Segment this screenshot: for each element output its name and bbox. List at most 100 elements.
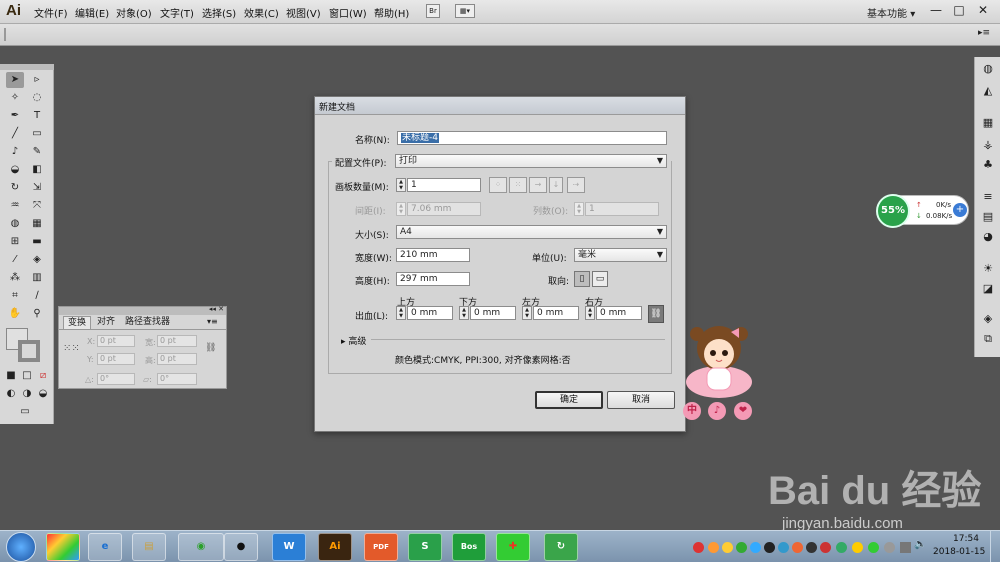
height-input[interactable]: 297 mm (396, 272, 470, 286)
grid-by-column-icon[interactable]: ⁙ (509, 177, 527, 193)
bleed-top-stepper[interactable]: ▲ ▼ (396, 306, 406, 320)
columns-stepper[interactable]: ▲ ▼ (574, 202, 584, 216)
draw-behind-icon[interactable]: ◑ (20, 386, 34, 402)
eyedropper-tool-icon[interactable]: ⁄ (6, 252, 24, 268)
type-tool-icon[interactable]: T (28, 108, 46, 124)
menu-view[interactable]: 视图(V) (286, 5, 321, 20)
appearance-icon[interactable]: ☀ (980, 261, 996, 277)
x-input[interactable]: 0 pt (97, 335, 135, 347)
menu-type[interactable]: 文字(T) (160, 5, 194, 20)
start-button[interactable] (6, 532, 36, 562)
gradient-mode-icon[interactable]: □ (20, 368, 34, 384)
constrain-link-icon[interactable]: ⛓ (205, 343, 216, 353)
mesh-tool-icon[interactable]: ⊞ (6, 234, 24, 250)
gradient-icon[interactable]: ▤ (980, 209, 996, 225)
boss-icon[interactable]: Bos (452, 533, 486, 561)
artboards-input[interactable]: 1 (407, 178, 481, 192)
tray-emoji-icon[interactable] (722, 542, 733, 553)
tray-plus-icon[interactable] (868, 542, 879, 553)
pen-tool-icon[interactable]: ✒ (6, 108, 24, 124)
menu-effect[interactable]: 效果(C) (244, 5, 279, 20)
transparency-icon[interactable]: ◕ (980, 229, 996, 245)
line-tool-icon[interactable]: ╱ (6, 126, 24, 142)
tray-app-icon[interactable] (806, 542, 817, 553)
menu-select[interactable]: 选择(S) (202, 5, 236, 20)
advanced-toggle[interactable]: ▸ 高级 (341, 334, 366, 347)
column-graph-tool-icon[interactable]: ▥ (28, 270, 46, 286)
bleed-left-stepper[interactable]: ▲ ▼ (522, 306, 532, 320)
eraser-tool-icon[interactable]: ◧ (28, 162, 46, 178)
bleed-right-stepper[interactable]: ▲ ▼ (585, 306, 595, 320)
profile-select[interactable]: 打印 ▼ (395, 154, 667, 168)
tray-cloud-icon[interactable] (750, 542, 761, 553)
menu-object[interactable]: 对象(O) (116, 5, 152, 20)
memory-percent[interactable]: 55% (876, 194, 910, 228)
spacing-input[interactable]: 7.06 mm (407, 202, 481, 216)
tray-monitor-icon[interactable] (884, 542, 895, 553)
tray-shield-icon[interactable] (836, 542, 847, 553)
name-input[interactable]: 未标题-4 (397, 131, 667, 145)
gradient-tool-icon[interactable]: ▬ (28, 234, 46, 250)
link-bleed-icon[interactable]: ⛓ (648, 305, 664, 323)
screen-mode-icon[interactable]: ▭ (14, 404, 36, 420)
bleed-bottom-input[interactable]: 0 mm (470, 306, 516, 320)
network-icon[interactable] (900, 542, 911, 553)
update-icon[interactable]: ↻ (544, 533, 578, 561)
paintbrush-tool-icon[interactable]: ♪ (6, 144, 24, 160)
rotate-angle-select[interactable]: 0° (97, 373, 135, 385)
selection-tool-icon[interactable]: ➤ (6, 72, 24, 88)
panel-menu-icon[interactable]: ▾≡ (207, 317, 218, 326)
menu-help[interactable]: 帮助(H) (374, 5, 409, 20)
tray-face-icon[interactable] (708, 542, 719, 553)
height-input[interactable]: 0 pt (157, 353, 197, 365)
blob-brush-tool-icon[interactable]: ◒ (6, 162, 24, 178)
wps-writer-icon[interactable]: W (272, 533, 306, 561)
scale-tool-icon[interactable]: ⇲ (28, 180, 46, 196)
spacing-stepper[interactable]: ▲ ▼ (396, 202, 406, 216)
brushes-icon[interactable]: ⚶ (980, 137, 996, 153)
menu-edit[interactable]: 编辑(E) (75, 5, 109, 20)
wechat-icon[interactable]: ◉ (178, 533, 224, 561)
color-guide-icon[interactable]: ◭ (980, 83, 996, 99)
cancel-button[interactable]: 取消 (607, 391, 675, 409)
tray-flag-icon[interactable] (852, 542, 863, 553)
color-mode-icon[interactable]: ■ (4, 368, 18, 384)
units-select[interactable]: 毫米 ▼ (574, 248, 667, 262)
tools-panel-header[interactable] (0, 64, 54, 70)
reference-point-icon[interactable]: ⁙⁙ (63, 343, 80, 354)
bleed-bottom-stepper[interactable]: ▲ ▼ (459, 306, 469, 320)
clock-time[interactable]: 17:54 (953, 534, 979, 544)
maximize-button[interactable]: □ (948, 1, 970, 19)
clock-date[interactable]: 2018-01-15 (933, 547, 985, 557)
arrange-by-column-icon[interactable]: ↓ (549, 177, 563, 193)
bridge-icon[interactable]: Br (426, 4, 440, 18)
artboard-tool-icon[interactable]: ⌗ (6, 288, 24, 304)
zoom-tool-icon[interactable]: ⚲ (28, 306, 46, 322)
graphic-styles-icon[interactable]: ◪ (980, 281, 996, 297)
arrange-by-row-icon[interactable]: → (529, 177, 547, 193)
tab-transform[interactable]: 变换 (63, 316, 92, 329)
file-explorer-icon[interactable]: ▤ (132, 533, 166, 561)
bleed-right-input[interactable]: 0 mm (596, 306, 642, 320)
warp-tool-icon[interactable]: ♒ (6, 198, 24, 214)
swatches-icon[interactable]: ▦ (980, 115, 996, 131)
app-launcher-icon[interactable] (46, 533, 80, 561)
bleed-left-input[interactable]: 0 mm (533, 306, 579, 320)
artboards-stepper[interactable]: ▲ ▼ (396, 178, 406, 192)
tray-qq-icon[interactable] (764, 542, 775, 553)
lasso-tool-icon[interactable]: ◌ (28, 90, 46, 106)
hand-tool-icon[interactable]: ✋ (6, 306, 24, 322)
volume-icon[interactable]: 🔈 (914, 539, 926, 550)
wps-sheet-icon[interactable]: S (408, 533, 442, 561)
panel-menu-icon[interactable]: ▸≡ (978, 28, 990, 38)
stroke-swatch[interactable] (18, 340, 40, 362)
illustrator-icon[interactable]: Ai (318, 533, 352, 561)
y-input[interactable]: 0 pt (97, 353, 135, 365)
show-desktop-button[interactable] (990, 531, 1000, 562)
free-transform-tool-icon[interactable]: ⤧ (28, 198, 46, 214)
draw-normal-icon[interactable]: ◐ (4, 386, 18, 402)
none-mode-icon[interactable]: ⧄ (36, 368, 50, 384)
symbols-icon[interactable]: ♣ (980, 157, 996, 173)
close-button[interactable]: ✕ (972, 1, 994, 19)
ok-button[interactable]: 确定 (535, 391, 603, 409)
